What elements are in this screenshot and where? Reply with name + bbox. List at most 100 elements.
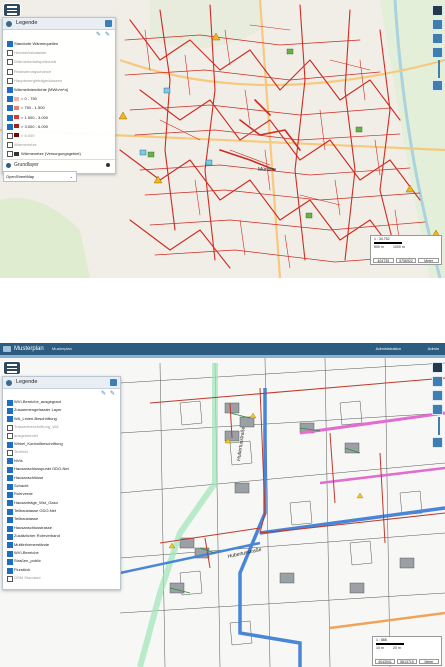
unit-select[interactable]: Meter [419, 659, 439, 664]
pencil-icon[interactable]: ✎ [105, 32, 111, 38]
edit-icon[interactable]: ✎ [96, 32, 102, 38]
layer-checkbox[interactable] [7, 517, 13, 524]
legend-item[interactable]: NVts [3, 457, 120, 465]
layer-checkbox[interactable] [7, 50, 13, 57]
fullscreen-button[interactable] [432, 390, 443, 401]
legend-item[interactable]: Flurstück [3, 566, 120, 574]
layer-checkbox[interactable] [7, 132, 13, 139]
legend-item[interactable]: Wärmebedarfspotenzial [3, 57, 115, 66]
legend-item[interactable]: Rohrverde [3, 490, 120, 498]
chevron-down-icon: ⌄ [69, 174, 73, 179]
layer-checkbox[interactable] [7, 525, 13, 532]
layer-checkbox[interactable] [7, 466, 13, 473]
zoom-in-button[interactable] [432, 47, 443, 58]
legend-item[interactable]: Hauptenergieträgerklassen [3, 76, 115, 85]
legend-item[interactable]: Zusätzlicher Rohrverband [3, 532, 120, 540]
legend-item[interactable]: Wärmenetze [3, 140, 115, 149]
layer-checkbox[interactable] [7, 500, 13, 507]
legend-item[interactable]: WA_Linien-Beschriftung [3, 415, 120, 423]
layer-checkbox[interactable] [7, 458, 13, 465]
layer-checkbox[interactable] [7, 68, 13, 75]
layer-checkbox[interactable] [7, 441, 13, 448]
legend-item[interactable]: > 750 - 1.500 [3, 103, 115, 112]
user-menu[interactable]: Admin [428, 343, 439, 355]
layer-checkbox[interactable] [7, 567, 13, 574]
legend-item[interactable]: < 0 - 750 [3, 94, 115, 103]
legend-item[interactable]: > 1.500 - 3.000 [3, 113, 115, 122]
legend-item[interactable]: Hausanschlusstrasse [3, 524, 120, 532]
info-icon[interactable] [106, 163, 110, 167]
collapse-icon[interactable] [110, 379, 117, 386]
zoom-out-button[interactable] [432, 80, 443, 91]
legend-item[interactable]: Hausanträge_Wst_Gaso [3, 499, 120, 507]
layer-checkbox[interactable] [7, 575, 13, 582]
layer-checkbox[interactable] [7, 77, 13, 84]
layer-checkbox[interactable] [7, 533, 13, 540]
layer-checkbox[interactable] [7, 142, 13, 149]
collapse-icon[interactable] [105, 20, 112, 27]
menu-button[interactable] [3, 361, 21, 375]
legend-item[interactable]: Trassenbeschriftung_WA [3, 423, 120, 431]
layer-checkbox[interactable] [7, 550, 13, 557]
locate-button[interactable] [432, 376, 443, 387]
legend-item[interactable]: OSM Standard [3, 574, 120, 582]
layer-checkbox[interactable] [7, 87, 13, 94]
pencil-icon[interactable]: ✎ [110, 391, 116, 397]
legend-item[interactable]: Wirkel_Kontrollbeschriftung [3, 440, 120, 448]
layer-checkbox[interactable] [7, 542, 13, 549]
legend-item[interactable]: WVI-Bereiche_ausgegraut [3, 398, 120, 406]
layer-checkbox[interactable] [7, 559, 13, 566]
legend-item[interactable]: Hausanschlusspunkt GDO-Net [3, 465, 120, 473]
legend-item-label: Hausanträge_Wst_Gaso [14, 499, 58, 505]
legend-item[interactable]: Teilbaustasse [3, 515, 120, 524]
menu-button[interactable] [3, 3, 21, 17]
layer-checkbox[interactable] [7, 399, 13, 406]
legend-item[interactable]: Wärmeliniendichte [MWh/m*a] [3, 85, 115, 94]
layer-checkbox[interactable] [7, 114, 13, 121]
legend-item[interactable]: Straßen_public [3, 557, 120, 566]
layer-checkbox[interactable] [7, 151, 13, 158]
legend-item[interactable]: Hausanschlüsse [3, 474, 120, 482]
layer-checkbox[interactable] [7, 105, 13, 112]
legend-item[interactable]: Schacht [3, 482, 120, 490]
legend-item[interactable]: WVI-Bereiche [3, 549, 120, 557]
layer-checkbox[interactable] [7, 59, 13, 66]
legend-item[interactable]: Textfeld [3, 448, 120, 457]
layer-checkbox[interactable] [7, 433, 13, 440]
layer-checkbox[interactable] [7, 483, 13, 490]
layer-checkbox[interactable] [7, 475, 13, 482]
layer-checkbox[interactable] [7, 424, 13, 431]
layer-checkbox[interactable] [7, 96, 13, 103]
legend-item[interactable]: Zusammengefasster Layer [3, 406, 120, 415]
admin-link[interactable]: Administration [376, 343, 401, 355]
locate-button[interactable] [432, 19, 443, 30]
basemap-select[interactable]: OpenStreetMap ⌄ [3, 171, 77, 182]
legend-item[interactable]: Wärmenetze (Versorgungsgebiet) [3, 149, 115, 158]
legend-item[interactable]: > 3.000 - 6.000 [3, 122, 115, 131]
legend-item[interactable]: Heizwerkskataster [3, 48, 115, 57]
zoom-in-button[interactable] [432, 404, 443, 415]
layers-button[interactable] [432, 362, 443, 373]
edit-icon[interactable]: ✎ [101, 391, 107, 397]
legend-item[interactable]: Standorte Wärmequellen [3, 39, 115, 48]
unit-select[interactable]: Meter [418, 258, 440, 263]
zoom-slider[interactable] [438, 417, 440, 435]
layer-checkbox[interactable] [7, 450, 13, 457]
zoom-slider[interactable] [438, 60, 440, 78]
legend-item[interactable]: Multiinformerstände [3, 541, 120, 549]
layer-checkbox[interactable] [7, 41, 13, 48]
layer-checkbox[interactable] [7, 416, 13, 423]
legend-swatch [14, 133, 19, 138]
layers-button[interactable] [432, 5, 443, 16]
layer-checkbox[interactable] [7, 508, 13, 515]
zoom-out-button[interactable] [432, 437, 443, 448]
legend-item[interactable]: ausgeblendet [3, 432, 120, 440]
legend-item[interactable]: > 6.000 [3, 131, 115, 140]
fullscreen-button[interactable] [432, 33, 443, 44]
layer-checkbox[interactable] [7, 123, 13, 130]
legend-item-label: Zusammengefasster Layer [14, 407, 62, 413]
legend-item[interactable]: Realisierungschance [3, 67, 115, 76]
legend-item[interactable]: Teilbaustasse GDO-Net [3, 507, 120, 515]
layer-checkbox[interactable] [7, 491, 13, 498]
layer-checkbox[interactable] [7, 408, 13, 415]
